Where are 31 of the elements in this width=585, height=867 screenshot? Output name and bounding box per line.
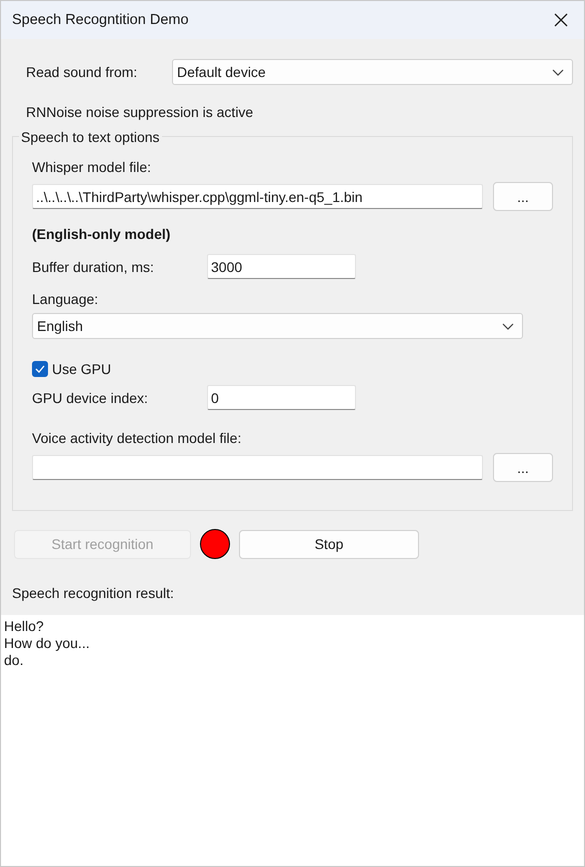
stop-button[interactable]: Stop (239, 530, 419, 558)
field-label: Language: (32, 291, 98, 307)
model-file-field[interactable]: ..\..\..\..\ThirdParty\whisper.cpp\ggml-tiny.en-q5_1.bin (32, 184, 483, 209)
result-text-line: How do you... (4, 635, 91, 652)
close-icon (554, 13, 568, 27)
result-text-line: Hello? (4, 618, 45, 635)
field-label: Whisper model file: (32, 159, 152, 175)
sound-source-dropdown[interactable]: Default device (172, 59, 573, 85)
gpu-index-field[interactable]: 0 (207, 385, 356, 410)
result-text-line: do. (4, 652, 24, 669)
window-title: Speech Recogntition Demo (12, 12, 189, 28)
field-label: GPU device index: (32, 390, 149, 406)
field-label: Buffer duration, ms: (32, 258, 155, 274)
checkbox-label: Use GPU (52, 361, 112, 377)
browse-button[interactable]: ... (493, 182, 553, 211)
result-text-box[interactable]: Hello? How do you... do. (1, 615, 584, 866)
browse-button[interactable]: ... (493, 453, 553, 482)
field-label: Voice activity detection model file: (32, 430, 242, 446)
language-dropdown[interactable]: English (32, 313, 523, 339)
chevron-down-icon (502, 322, 514, 330)
result-label: Speech recognition result: (12, 585, 174, 601)
buffer-duration-field[interactable]: 3000 (207, 254, 356, 279)
chevron-down-icon (552, 68, 564, 76)
dropdown-value: English (37, 318, 83, 334)
gpu-checkbox[interactable] (32, 361, 48, 377)
model-note-text: (English-only model) (32, 226, 170, 242)
vad-file-field[interactable] (32, 455, 483, 480)
checkmark-icon (35, 365, 45, 373)
status-text: RNNoise noise suppression is active (26, 104, 254, 120)
field-label: Read sound from: (26, 64, 138, 80)
dropdown-value: Default device (177, 64, 266, 80)
